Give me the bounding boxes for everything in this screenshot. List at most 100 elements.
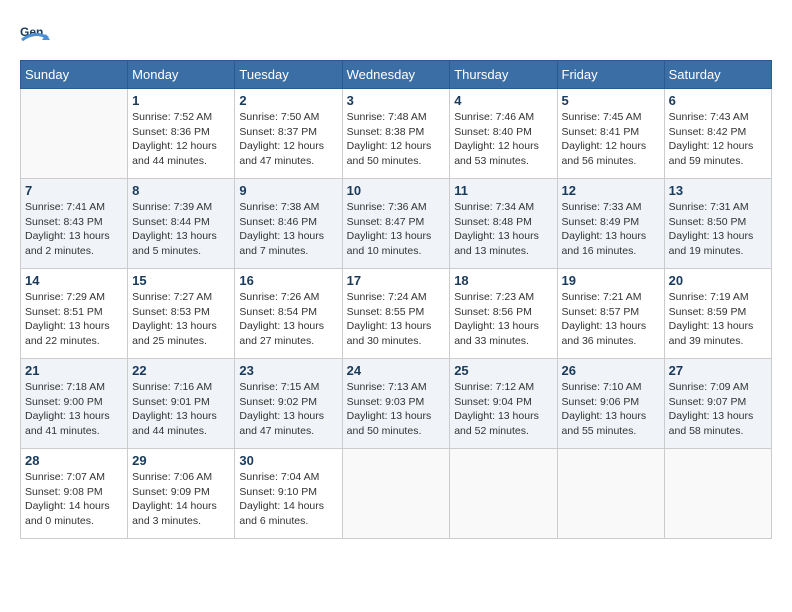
calendar-cell: 10 Sunrise: 7:36 AMSunset: 8:47 PMDayligh… (342, 179, 450, 269)
calendar-cell: 18 Sunrise: 7:23 AMSunset: 8:56 PMDayligh… (450, 269, 557, 359)
day-number: 16 (239, 273, 337, 288)
day-number: 29 (132, 453, 230, 468)
calendar-cell: 19Sunrise: 7:21 AMSunset: 8:57 PMDayligh… (557, 269, 664, 359)
calendar-table: SundayMondayTuesdayWednesdayThursdayFrid… (20, 60, 772, 539)
page-header: Gen (20, 20, 772, 50)
day-number: 4 (454, 93, 552, 108)
day-info: Sunrise: 7:15 AMSunset: 9:02 PMDaylight:… (239, 380, 337, 439)
calendar-cell: 25Sunrise: 7:12 AMSunset: 9:04 PMDayligh… (450, 359, 557, 449)
calendar-cell: 29 Sunrise: 7:06 AMSunset: 9:09 PMDayligh… (128, 449, 235, 539)
calendar-header-row: SundayMondayTuesdayWednesdayThursdayFrid… (21, 61, 772, 89)
day-info: Sunrise: 7:07 AMSunset: 9:08 PMDaylight:… (25, 470, 123, 529)
day-info: Sunrise: 7:34 AMSunset: 8:48 PMDaylight:… (454, 200, 552, 259)
day-number: 23 (239, 363, 337, 378)
calendar-cell: 5 Sunrise: 7:45 AMSunset: 8:41 PMDaylight… (557, 89, 664, 179)
calendar-cell: 20 Sunrise: 7:19 AMSunset: 8:59 PMDayligh… (664, 269, 771, 359)
calendar-cell: 2 Sunrise: 7:50 AMSunset: 8:37 PMDaylight… (235, 89, 342, 179)
day-number: 6 (669, 93, 767, 108)
calendar-cell (450, 449, 557, 539)
day-info: Sunrise: 7:43 AMSunset: 8:42 PMDaylight:… (669, 110, 767, 169)
calendar-cell: 6 Sunrise: 7:43 AMSunset: 8:42 PMDaylight… (664, 89, 771, 179)
calendar-cell: 15 Sunrise: 7:27 AMSunset: 8:53 PMDayligh… (128, 269, 235, 359)
calendar-header-thursday: Thursday (450, 61, 557, 89)
calendar-cell: 28 Sunrise: 7:07 AMSunset: 9:08 PMDayligh… (21, 449, 128, 539)
day-number: 5 (562, 93, 660, 108)
day-info: Sunrise: 7:33 AMSunset: 8:49 PMDaylight:… (562, 200, 660, 259)
day-info: Sunrise: 7:06 AMSunset: 9:09 PMDaylight:… (132, 470, 230, 529)
day-number: 19 (562, 273, 660, 288)
calendar-cell: 14 Sunrise: 7:29 AMSunset: 8:51 PMDayligh… (21, 269, 128, 359)
day-info: Sunrise: 7:26 AMSunset: 8:54 PMDaylight:… (239, 290, 337, 349)
calendar-cell (342, 449, 450, 539)
day-number: 25 (454, 363, 552, 378)
day-number: 17 (347, 273, 446, 288)
day-number: 1 (132, 93, 230, 108)
day-number: 12 (562, 183, 660, 198)
calendar-week-row: 7Sunrise: 7:41 AMSunset: 8:43 PMDaylight… (21, 179, 772, 269)
calendar-week-row: 1 Sunrise: 7:52 AMSunset: 8:36 PMDaylight… (21, 89, 772, 179)
calendar-cell: 7Sunrise: 7:41 AMSunset: 8:43 PMDaylight… (21, 179, 128, 269)
day-number: 27 (669, 363, 767, 378)
calendar-cell: 16 Sunrise: 7:26 AMSunset: 8:54 PMDayligh… (235, 269, 342, 359)
day-info: Sunrise: 7:31 AMSunset: 8:50 PMDaylight:… (669, 200, 767, 259)
day-info: Sunrise: 7:39 AMSunset: 8:44 PMDaylight:… (132, 200, 230, 259)
calendar-cell: 21 Sunrise: 7:18 AMSunset: 9:00 PMDayligh… (21, 359, 128, 449)
calendar-cell: 4 Sunrise: 7:46 AMSunset: 8:40 PMDaylight… (450, 89, 557, 179)
calendar-cell: 26 Sunrise: 7:10 AMSunset: 9:06 PMDayligh… (557, 359, 664, 449)
calendar-cell: 30Sunrise: 7:04 AMSunset: 9:10 PMDayligh… (235, 449, 342, 539)
day-info: Sunrise: 7:52 AMSunset: 8:36 PMDaylight:… (132, 110, 230, 169)
day-number: 21 (25, 363, 123, 378)
day-number: 20 (669, 273, 767, 288)
day-number: 8 (132, 183, 230, 198)
day-info: Sunrise: 7:50 AMSunset: 8:37 PMDaylight:… (239, 110, 337, 169)
day-number: 26 (562, 363, 660, 378)
day-info: Sunrise: 7:45 AMSunset: 8:41 PMDaylight:… (562, 110, 660, 169)
calendar-cell: 17 Sunrise: 7:24 AMSunset: 8:55 PMDayligh… (342, 269, 450, 359)
calendar-header-sunday: Sunday (21, 61, 128, 89)
day-number: 14 (25, 273, 123, 288)
day-info: Sunrise: 7:18 AMSunset: 9:00 PMDaylight:… (25, 380, 123, 439)
day-info: Sunrise: 7:23 AMSunset: 8:56 PMDaylight:… (454, 290, 552, 349)
logo: Gen (20, 20, 54, 50)
calendar-week-row: 21 Sunrise: 7:18 AMSunset: 9:00 PMDayligh… (21, 359, 772, 449)
calendar-cell (557, 449, 664, 539)
day-number: 22 (132, 363, 230, 378)
day-info: Sunrise: 7:36 AMSunset: 8:47 PMDaylight:… (347, 200, 446, 259)
calendar-cell (664, 449, 771, 539)
calendar-cell: 27Sunrise: 7:09 AMSunset: 9:07 PMDayligh… (664, 359, 771, 449)
day-info: Sunrise: 7:48 AMSunset: 8:38 PMDaylight:… (347, 110, 446, 169)
day-number: 9 (239, 183, 337, 198)
calendar-cell: 3 Sunrise: 7:48 AMSunset: 8:38 PMDaylight… (342, 89, 450, 179)
day-number: 15 (132, 273, 230, 288)
calendar-cell: 22 Sunrise: 7:16 AMSunset: 9:01 PMDayligh… (128, 359, 235, 449)
day-info: Sunrise: 7:10 AMSunset: 9:06 PMDaylight:… (562, 380, 660, 439)
day-info: Sunrise: 7:16 AMSunset: 9:01 PMDaylight:… (132, 380, 230, 439)
calendar-header-tuesday: Tuesday (235, 61, 342, 89)
day-number: 2 (239, 93, 337, 108)
day-info: Sunrise: 7:29 AMSunset: 8:51 PMDaylight:… (25, 290, 123, 349)
calendar-cell: 23 Sunrise: 7:15 AMSunset: 9:02 PMDayligh… (235, 359, 342, 449)
day-info: Sunrise: 7:19 AMSunset: 8:59 PMDaylight:… (669, 290, 767, 349)
day-info: Sunrise: 7:24 AMSunset: 8:55 PMDaylight:… (347, 290, 446, 349)
calendar-cell (21, 89, 128, 179)
calendar-header-monday: Monday (128, 61, 235, 89)
day-number: 24 (347, 363, 446, 378)
svg-text:Gen: Gen (20, 25, 43, 39)
day-number: 10 (347, 183, 446, 198)
day-info: Sunrise: 7:04 AMSunset: 9:10 PMDaylight:… (239, 470, 337, 529)
day-number: 11 (454, 183, 552, 198)
calendar-cell: 24Sunrise: 7:13 AMSunset: 9:03 PMDayligh… (342, 359, 450, 449)
day-number: 13 (669, 183, 767, 198)
calendar-week-row: 14 Sunrise: 7:29 AMSunset: 8:51 PMDayligh… (21, 269, 772, 359)
calendar-header-wednesday: Wednesday (342, 61, 450, 89)
day-number: 28 (25, 453, 123, 468)
day-info: Sunrise: 7:27 AMSunset: 8:53 PMDaylight:… (132, 290, 230, 349)
day-info: Sunrise: 7:46 AMSunset: 8:40 PMDaylight:… (454, 110, 552, 169)
calendar-cell: 9Sunrise: 7:38 AMSunset: 8:46 PMDaylight… (235, 179, 342, 269)
calendar-cell: 13 Sunrise: 7:31 AMSunset: 8:50 PMDayligh… (664, 179, 771, 269)
calendar-cell: 1 Sunrise: 7:52 AMSunset: 8:36 PMDaylight… (128, 89, 235, 179)
calendar-week-row: 28 Sunrise: 7:07 AMSunset: 9:08 PMDayligh… (21, 449, 772, 539)
calendar-header-saturday: Saturday (664, 61, 771, 89)
day-number: 3 (347, 93, 446, 108)
day-number: 18 (454, 273, 552, 288)
